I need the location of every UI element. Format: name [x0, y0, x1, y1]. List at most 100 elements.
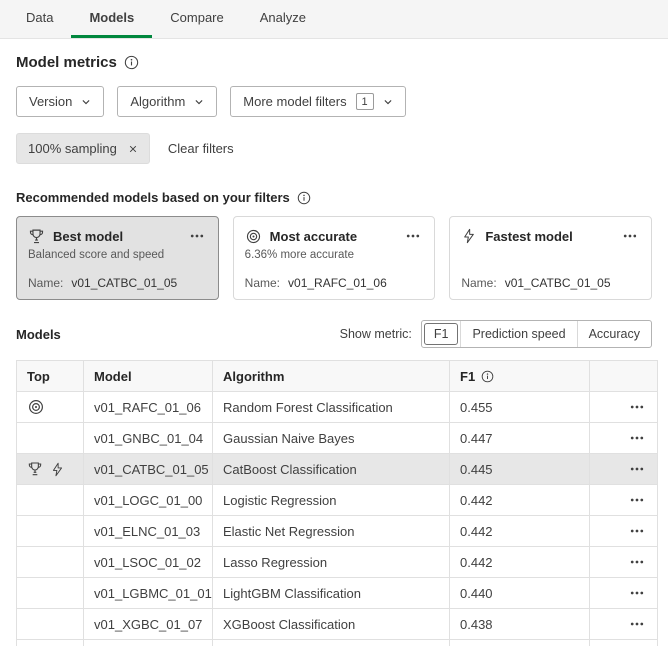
row-menu-button[interactable] — [627, 521, 647, 541]
row-menu-button[interactable] — [627, 490, 647, 510]
page-title: Model metrics — [16, 54, 117, 71]
card-menu-button[interactable] — [187, 226, 207, 246]
algorithm-cell: Gaussian Naive Bayes — [213, 423, 450, 454]
recommended-cards: Best model Balanced score and speed Name… — [16, 216, 652, 300]
algorithm-filter-label: Algorithm — [130, 94, 185, 109]
best-model-card-subtitle: Balanced score and speed — [28, 249, 207, 261]
algorithm-cell: CatBoost Classification — [213, 454, 450, 485]
name-value: v01_RAFC_01_06 — [288, 276, 387, 290]
chevron-down-icon — [81, 97, 91, 107]
model-name-cell: v01_LSOC_01_02 — [84, 547, 213, 578]
model-name-cell: v01_CATBC_01_05 — [84, 454, 213, 485]
info-icon[interactable] — [124, 55, 139, 70]
table-row[interactable]: v01_LSOC_01_02 Lasso Regression 0.442 — [17, 547, 658, 578]
chevron-down-icon — [194, 97, 204, 107]
tab-models[interactable]: Models — [71, 0, 152, 38]
version-filter-button[interactable]: Version — [16, 86, 104, 117]
most-accurate-card-header: Most accurate — [245, 226, 424, 246]
metric-cell: 0.442 — [450, 516, 590, 547]
chevron-down-icon — [383, 97, 393, 107]
column-header-metric[interactable]: F1 — [450, 361, 590, 392]
card-menu-button[interactable] — [403, 226, 423, 246]
page-title-row: Model metrics — [16, 54, 652, 71]
table-row[interactable]: v01_CATBC_01_05 CatBoost Classification … — [17, 454, 658, 485]
metric-cell: 0.442 — [450, 485, 590, 516]
remove-filter-icon[interactable] — [128, 144, 138, 154]
metric-option-accuracy[interactable]: Accuracy — [577, 321, 651, 347]
row-menu-button[interactable] — [627, 459, 647, 479]
more-model-filters-label: More model filters — [243, 94, 346, 109]
active-filters-row: 100% sampling Clear filters — [16, 133, 652, 164]
metric-cell: 0.438 — [450, 609, 590, 640]
algorithm-cell: Logistic Regression — [213, 640, 450, 646]
name-label: Name: — [245, 276, 280, 290]
row-menu-button[interactable] — [627, 428, 647, 448]
tab-data-label: Data — [26, 10, 53, 25]
name-label: Name: — [461, 276, 496, 290]
recommended-heading: Recommended models based on your filters — [16, 190, 290, 205]
model-name-cell: v01_GNBC_01_04 — [84, 423, 213, 454]
tab-analyze[interactable]: Analyze — [242, 0, 324, 38]
most-accurate-card-subtitle: 6.36% more accurate — [245, 249, 424, 261]
row-menu-button[interactable] — [627, 552, 647, 572]
best-model-card-header: Best model — [28, 226, 207, 246]
bolt-icon — [50, 462, 65, 477]
table-row[interactable]: v01_RAFC_01_06 Random Forest Classificat… — [17, 392, 658, 423]
table-row[interactable]: v01_LOGC_01_00 Logistic Regression 0.442 — [17, 485, 658, 516]
name-label: Name: — [28, 276, 63, 290]
tab-models-label: Models — [89, 10, 134, 25]
algorithm-cell: Lasso Regression — [213, 547, 450, 578]
column-header-algorithm[interactable]: Algorithm — [213, 361, 450, 392]
table-row[interactable]: v01_XGBC_01_07 XGBoost Classification 0.… — [17, 609, 658, 640]
metric-option-f1[interactable]: F1 — [424, 323, 459, 345]
sampling-filter-chip[interactable]: 100% sampling — [16, 133, 150, 164]
table-row[interactable]: v01_GNBC_01_04 Gaussian Naive Bayes 0.44… — [17, 423, 658, 454]
best-model-card[interactable]: Best model Balanced score and speed Name… — [16, 216, 219, 300]
metric-option-prediction-speed[interactable]: Prediction speed — [460, 321, 576, 347]
column-header-top[interactable]: Top — [17, 361, 84, 392]
models-table: Top Model Algorithm F1 v01_RAFC_01_06 Ra… — [16, 360, 658, 646]
card-menu-button[interactable] — [620, 226, 640, 246]
metric-switch-group: Show metric: F1 Prediction speed Accurac… — [340, 320, 652, 348]
best-model-card-name: Name: v01_CATBC_01_05 — [28, 276, 207, 290]
model-name-cell: v01_XGBC_01_07 — [84, 609, 213, 640]
algorithm-filter-button[interactable]: Algorithm — [117, 86, 217, 117]
info-icon[interactable] — [481, 370, 494, 383]
row-menu-button[interactable] — [627, 614, 647, 634]
metric-cell: 0.433 — [450, 640, 590, 646]
table-row[interactable]: v01_LGBMC_01_01 LightGBM Classification … — [17, 578, 658, 609]
best-model-card-title: Best model — [53, 229, 123, 244]
tab-data[interactable]: Data — [8, 0, 71, 38]
most-accurate-card-name: Name: v01_RAFC_01_06 — [245, 276, 424, 290]
show-metric-label: Show metric: — [340, 327, 412, 341]
column-header-actions — [590, 361, 658, 392]
tab-compare-label: Compare — [170, 10, 223, 25]
clear-filters-button[interactable]: Clear filters — [168, 141, 234, 156]
metric-cell: 0.447 — [450, 423, 590, 454]
trophy-icon — [27, 461, 43, 477]
info-icon[interactable] — [297, 191, 311, 205]
fastest-model-card-name: Name: v01_CATBC_01_05 — [461, 276, 640, 290]
sampling-filter-chip-label: 100% sampling — [28, 141, 117, 156]
more-model-filters-button[interactable]: More model filters 1 — [230, 86, 405, 117]
table-row[interactable]: v01_ELNC_01_03 Elastic Net Regression 0.… — [17, 516, 658, 547]
tab-compare[interactable]: Compare — [152, 0, 241, 38]
most-accurate-card[interactable]: Most accurate 6.36% more accurate Name: … — [233, 216, 436, 300]
models-toolbar: Models Show metric: F1 Prediction speed … — [16, 320, 652, 348]
column-header-model[interactable]: Model — [84, 361, 213, 392]
filter-count-badge: 1 — [356, 93, 374, 110]
most-accurate-card-title: Most accurate — [270, 229, 357, 244]
column-header-metric-label: F1 — [460, 369, 475, 384]
version-filter-label: Version — [29, 94, 72, 109]
fastest-model-card-title: Fastest model — [485, 229, 572, 244]
models-heading: Models — [16, 327, 61, 342]
table-row[interactable]: v01_LOGC_00_01 Logistic Regression 0.433 — [17, 640, 658, 646]
row-menu-button[interactable] — [627, 583, 647, 603]
algorithm-cell: XGBoost Classification — [213, 609, 450, 640]
bolt-icon — [461, 228, 477, 244]
fastest-model-card[interactable]: Fastest model Name: v01_CATBC_01_05 — [449, 216, 652, 300]
row-menu-button[interactable] — [627, 397, 647, 417]
table-header-row: Top Model Algorithm F1 — [17, 361, 658, 392]
metric-cell: 0.440 — [450, 578, 590, 609]
model-name-cell: v01_ELNC_01_03 — [84, 516, 213, 547]
